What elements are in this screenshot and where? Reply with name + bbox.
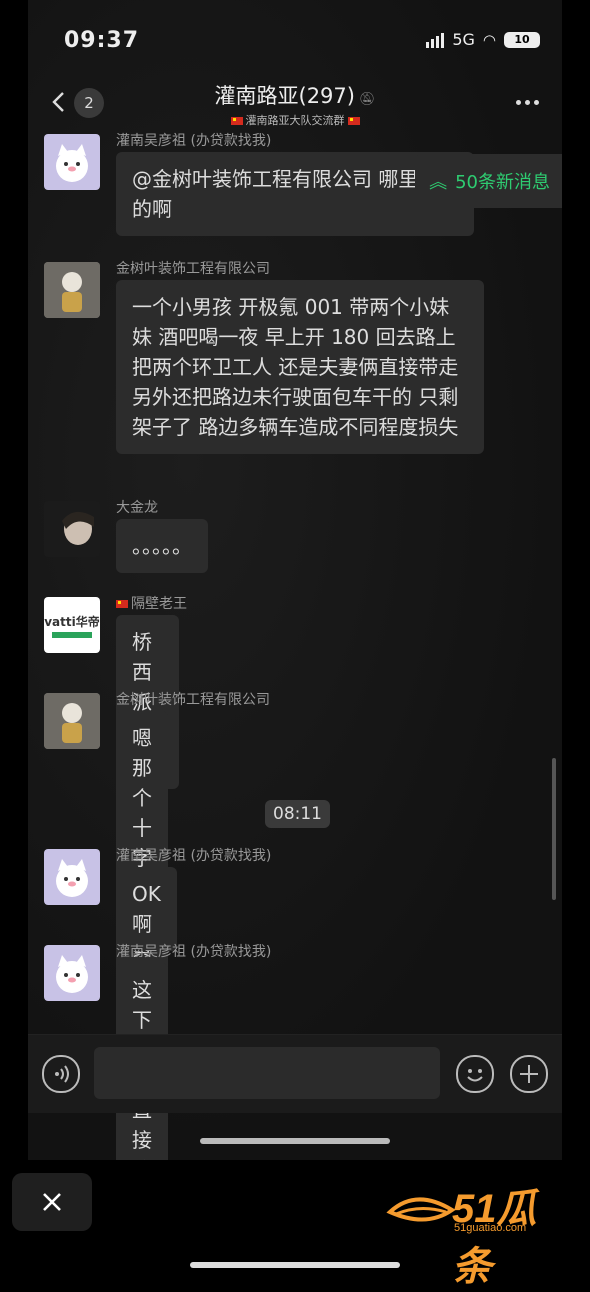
china-flag-icon (347, 117, 360, 125)
double-chevron-up-icon: ︽ (429, 172, 448, 193)
status-time: 09:37 (64, 28, 140, 53)
new-messages-label: 50条新消息 (455, 172, 550, 193)
status-bar: 09:37 5G ◠ 10 (28, 0, 562, 80)
input-bar (28, 1034, 562, 1113)
scrollbar[interactable] (552, 758, 556, 900)
chat-subtitle: 灌南路亚大队交流群 (28, 112, 562, 128)
avatar[interactable] (44, 849, 100, 905)
sender-name: 大金龙 (116, 500, 158, 516)
cat-avatar-icon (56, 144, 88, 182)
close-button[interactable] (12, 1173, 92, 1231)
watermark-logo: 51瓜条 51guatiao.com (386, 1180, 576, 1289)
person-avatar-icon (44, 501, 100, 557)
chat-header: 2 灌南路亚(297) 🔕︎ 灌南路亚大队交流群 (28, 80, 562, 130)
emoji-button[interactable] (456, 1055, 494, 1093)
bell-off-icon: 🔕︎ (358, 92, 376, 107)
sender-name: 灌南吴彦祖 (办贷款找我) (116, 944, 272, 960)
sender-name: 灌南吴彦祖 (办贷款找我) (116, 133, 272, 149)
china-flag-icon (116, 600, 128, 608)
subtitle-text: 灌南路亚大队交流群 (245, 114, 345, 127)
home-indicator[interactable] (200, 1138, 390, 1144)
sender-name: 金树叶装饰工程有限公司 (116, 692, 270, 708)
sender-name: 隔壁老王 (116, 593, 187, 613)
signal-icon (426, 32, 445, 48)
time-divider: 08:11 (265, 800, 330, 828)
message-bubble[interactable]: 一个小男孩 开极氪 001 带两个小妹妹 酒吧喝一夜 早上开 180 回去路上 … (116, 280, 484, 454)
avatar[interactable]: vatti华帝 (44, 597, 100, 653)
figurine-avatar-icon (44, 262, 100, 318)
status-icons: 5G ◠ 10 (426, 30, 540, 49)
cat-avatar-icon (56, 955, 88, 993)
avatar[interactable] (44, 134, 100, 190)
watermark-url: 51guatiao.com (454, 1222, 527, 1234)
new-messages-button[interactable]: ︽ 50条新消息 (415, 154, 562, 208)
voice-button[interactable] (42, 1055, 80, 1093)
message-bubble[interactable]: OK啊 (116, 867, 177, 951)
brand-bar (52, 631, 92, 638)
network-type: 5G (452, 30, 475, 49)
cat-avatar-icon (56, 859, 88, 897)
system-home-bar[interactable] (190, 1262, 400, 1268)
avatar[interactable] (44, 501, 100, 557)
fish-logo-icon (386, 1197, 456, 1222)
sender-name: 金树叶装饰工程有限公司 (116, 261, 270, 277)
china-flag-icon (230, 117, 243, 125)
message-input[interactable] (94, 1047, 440, 1099)
chat-title-block[interactable]: 灌南路亚(297) 🔕︎ 灌南路亚大队交流群 (28, 80, 562, 128)
avatar[interactable] (44, 693, 100, 749)
figurine-avatar-icon (44, 693, 100, 749)
avatar[interactable] (44, 262, 100, 318)
brand-logo-text: vatti华帝 (44, 614, 100, 629)
plus-icon (520, 1065, 538, 1083)
phone-screen: 09:37 5G ◠ 10 2 灌南路亚(297) 🔕︎ 灌南路亚大队交流群 灌南… (28, 0, 562, 1160)
watermark-brand: 51瓜条 (452, 1187, 537, 1289)
more-icon[interactable] (516, 92, 546, 112)
voice-icon (55, 1065, 69, 1083)
close-icon (43, 1193, 61, 1211)
sender-name-text: 隔壁老王 (131, 596, 187, 612)
plus-button[interactable] (510, 1055, 548, 1093)
chat-title: 灌南路亚(297) (214, 84, 355, 108)
message-bubble[interactable]: 。。。。。 (116, 519, 208, 573)
sender-name: 灌南吴彦祖 (办贷款找我) (116, 848, 272, 864)
avatar[interactable] (44, 945, 100, 1001)
wifi-icon: ◠ (482, 30, 496, 49)
smile-icon (467, 1069, 483, 1082)
battery-icon: 10 (504, 31, 540, 48)
